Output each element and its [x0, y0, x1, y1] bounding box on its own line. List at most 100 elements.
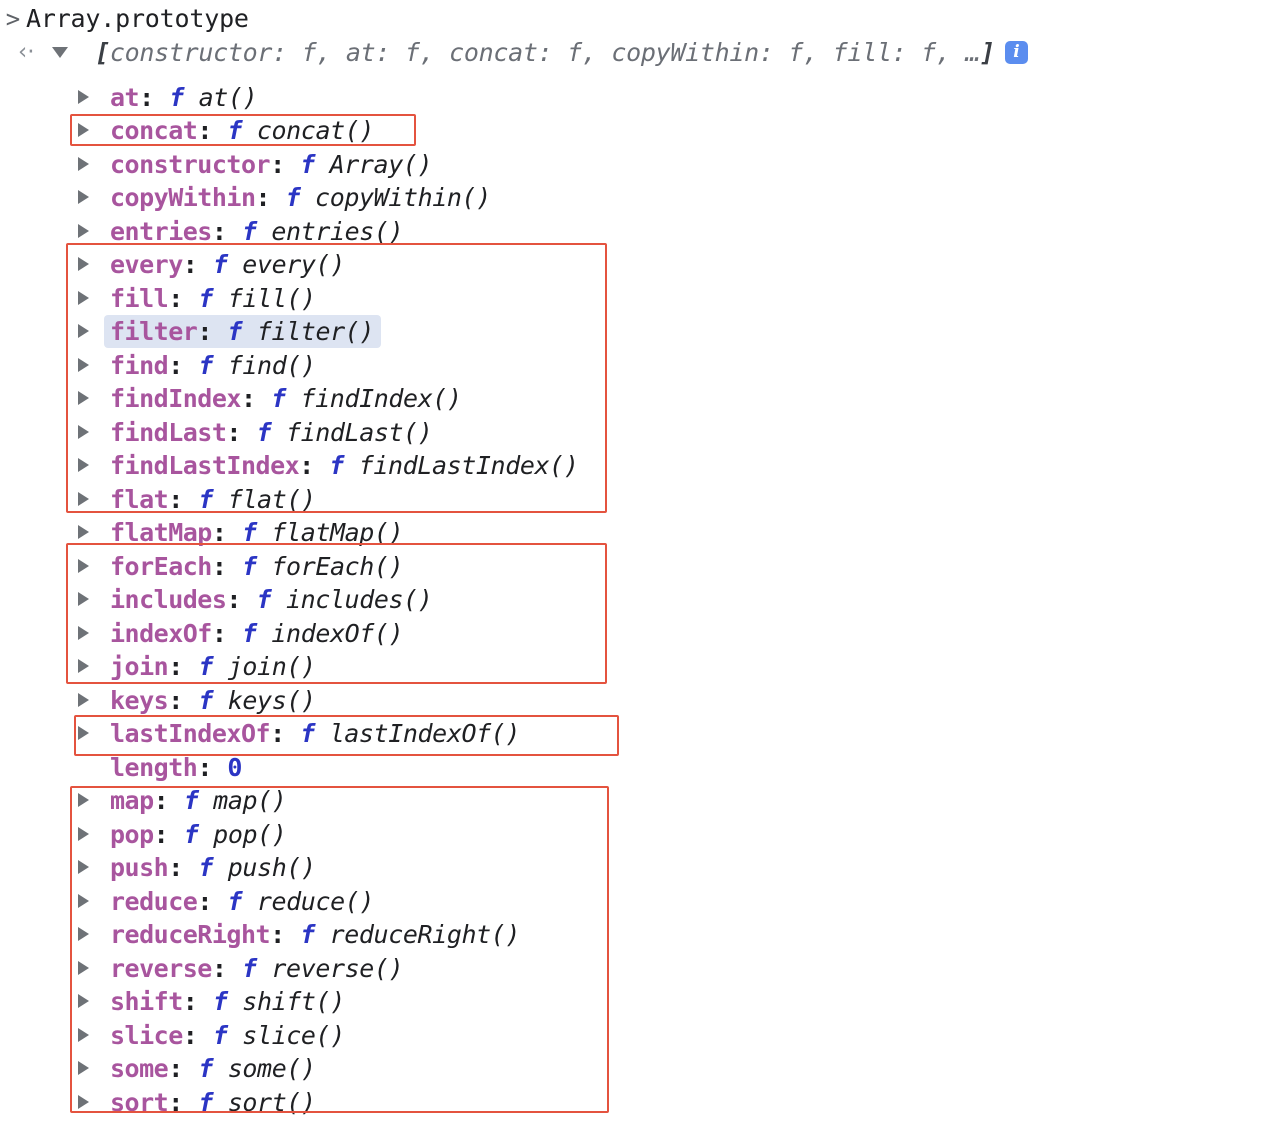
property-entry[interactable]: map: f map(): [104, 784, 293, 817]
property-row[interactable]: some: f some(): [78, 1052, 323, 1086]
console-input-line[interactable]: > Array.prototype: [0, 2, 249, 36]
expand-triangle-right-icon[interactable]: [78, 885, 104, 919]
property-entry[interactable]: fill: f fill(): [104, 282, 323, 315]
expand-triangle-right-icon[interactable]: [78, 315, 104, 349]
property-row[interactable]: length: 0: [78, 751, 249, 785]
property-row[interactable]: every: f every(): [78, 248, 352, 282]
property-row[interactable]: flatMap: f flatMap(): [78, 516, 410, 550]
expand-triangle-right-icon[interactable]: [78, 617, 104, 651]
property-row[interactable]: reverse: f reverse(): [78, 952, 410, 986]
property-row[interactable]: slice: f slice(): [78, 1019, 352, 1053]
object-preview[interactable]: [constructor: f, at: f, concat: f, copyW…: [95, 38, 995, 67]
expand-triangle-right-icon[interactable]: [78, 918, 104, 952]
property-entry[interactable]: sort: f sort(): [104, 1086, 323, 1119]
property-row[interactable]: flat: f flat(): [78, 483, 323, 517]
property-row[interactable]: map: f map(): [78, 784, 293, 818]
property-entry[interactable]: indexOf: f indexOf(): [104, 617, 410, 650]
console-result-line[interactable]: [constructor: f, at: f, concat: f, copyW…: [52, 36, 1028, 70]
property-entry[interactable]: every: f every(): [104, 248, 352, 281]
property-name: flatMap: [110, 518, 212, 547]
property-row[interactable]: at: f at(): [78, 81, 264, 115]
expand-triangle-right-icon[interactable]: [78, 583, 104, 617]
property-entry[interactable]: flatMap: f flatMap(): [104, 516, 410, 549]
property-row[interactable]: keys: f keys(): [78, 684, 323, 718]
property-entry[interactable]: findLastIndex: f findLastIndex(): [104, 449, 585, 482]
property-entry[interactable]: find: f find(): [104, 349, 323, 382]
expand-triangle-right-icon[interactable]: [78, 181, 104, 215]
expand-triangle-right-icon[interactable]: [78, 382, 104, 416]
expand-triangle-right-icon[interactable]: [78, 952, 104, 986]
expand-triangle-right-icon[interactable]: [78, 81, 104, 115]
property-entry[interactable]: some: f some(): [104, 1052, 323, 1085]
property-row[interactable]: lastIndexOf: f lastIndexOf(): [78, 717, 527, 751]
expand-triangle-right-icon[interactable]: [78, 650, 104, 684]
expand-triangle-right-icon[interactable]: [78, 1052, 104, 1086]
property-name: at: [110, 82, 140, 112]
property-row[interactable]: filter: f filter(): [78, 315, 382, 349]
expand-triangle-right-icon[interactable]: [78, 148, 104, 182]
property-entry[interactable]: findIndex: f findIndex(): [104, 382, 469, 415]
property-entry[interactable]: includes: f includes(): [104, 583, 439, 616]
property-entry-highlighted[interactable]: filter: f filter(): [104, 315, 382, 348]
expand-triangle-right-icon[interactable]: [78, 215, 104, 249]
property-row[interactable]: findLastIndex: f findLastIndex(): [78, 449, 585, 483]
expand-triangle-right-icon[interactable]: [78, 550, 104, 584]
info-icon[interactable]: i: [1004, 40, 1028, 64]
expand-triangle-right-icon[interactable]: [78, 416, 104, 450]
expand-triangle-right-icon[interactable]: [78, 1019, 104, 1053]
expand-triangle-right-icon[interactable]: [78, 248, 104, 282]
expand-triangle-right-icon[interactable]: [78, 114, 104, 148]
property-entry[interactable]: copyWithin: f copyWithin(): [104, 181, 498, 214]
property-row[interactable]: constructor: f Array(): [78, 148, 439, 182]
expand-triangle-right-icon[interactable]: [78, 717, 104, 751]
property-row[interactable]: shift: f shift(): [78, 985, 352, 1019]
expand-triangle-right-icon[interactable]: [78, 784, 104, 818]
property-entry[interactable]: shift: f shift(): [104, 985, 352, 1018]
expand-triangle-right-icon[interactable]: [78, 1086, 104, 1120]
property-entry[interactable]: flat: f flat(): [104, 483, 323, 516]
expand-triangle-down-icon[interactable]: [52, 46, 68, 58]
property-entry[interactable]: lastIndexOf: f lastIndexOf(): [104, 717, 527, 750]
property-entry[interactable]: pop: f pop(): [104, 818, 293, 851]
property-row[interactable]: sort: f sort(): [78, 1086, 323, 1120]
property-row[interactable]: pop: f pop(): [78, 818, 293, 852]
property-entry[interactable]: join: f join(): [104, 650, 323, 683]
property-row[interactable]: forEach: f forEach(): [78, 550, 410, 584]
expand-triangle-right-icon[interactable]: [78, 985, 104, 1019]
property-row[interactable]: concat: f concat(): [78, 114, 381, 148]
expand-triangle-right-icon[interactable]: [78, 851, 104, 885]
property-row[interactable]: reduceRight: f reduceRight(): [78, 918, 527, 952]
property-row[interactable]: includes: f includes(): [78, 583, 439, 617]
property-entry[interactable]: push: f push(): [104, 851, 323, 884]
property-entry[interactable]: constructor: f Array(): [104, 148, 439, 181]
property-entry[interactable]: reduceRight: f reduceRight(): [104, 918, 527, 951]
property-row[interactable]: join: f join(): [78, 650, 323, 684]
property-entry[interactable]: forEach: f forEach(): [104, 550, 410, 583]
property-entry[interactable]: slice: f slice(): [104, 1019, 352, 1052]
property-row[interactable]: findLast: f findLast(): [78, 416, 439, 450]
expand-triangle-right-icon[interactable]: [78, 282, 104, 316]
property-entry[interactable]: concat: f concat(): [104, 114, 381, 147]
property-entry[interactable]: reduce: f reduce(): [104, 885, 381, 918]
property-entry[interactable]: keys: f keys(): [104, 684, 323, 717]
expand-triangle-right-icon[interactable]: [78, 449, 104, 483]
property-row[interactable]: copyWithin: f copyWithin(): [78, 181, 498, 215]
property-entry[interactable]: length: 0: [104, 751, 249, 784]
expand-triangle-right-icon[interactable]: [78, 818, 104, 852]
property-row[interactable]: indexOf: f indexOf(): [78, 617, 410, 651]
console-input-expression[interactable]: Array.prototype: [26, 4, 249, 33]
expand-triangle-right-icon[interactable]: [78, 516, 104, 550]
property-entry[interactable]: at: f at(): [104, 81, 264, 114]
property-row[interactable]: entries: f entries(): [78, 215, 410, 249]
property-row[interactable]: push: f push(): [78, 851, 323, 885]
property-entry[interactable]: reverse: f reverse(): [104, 952, 410, 985]
expand-triangle-right-icon[interactable]: [78, 483, 104, 517]
expand-triangle-right-icon[interactable]: [78, 349, 104, 383]
property-entry[interactable]: entries: f entries(): [104, 215, 410, 248]
expand-triangle-right-icon[interactable]: [78, 684, 104, 718]
property-row[interactable]: find: f find(): [78, 349, 323, 383]
property-entry[interactable]: findLast: f findLast(): [104, 416, 439, 449]
property-row[interactable]: fill: f fill(): [78, 282, 323, 316]
property-row[interactable]: reduce: f reduce(): [78, 885, 381, 919]
property-row[interactable]: findIndex: f findIndex(): [78, 382, 469, 416]
